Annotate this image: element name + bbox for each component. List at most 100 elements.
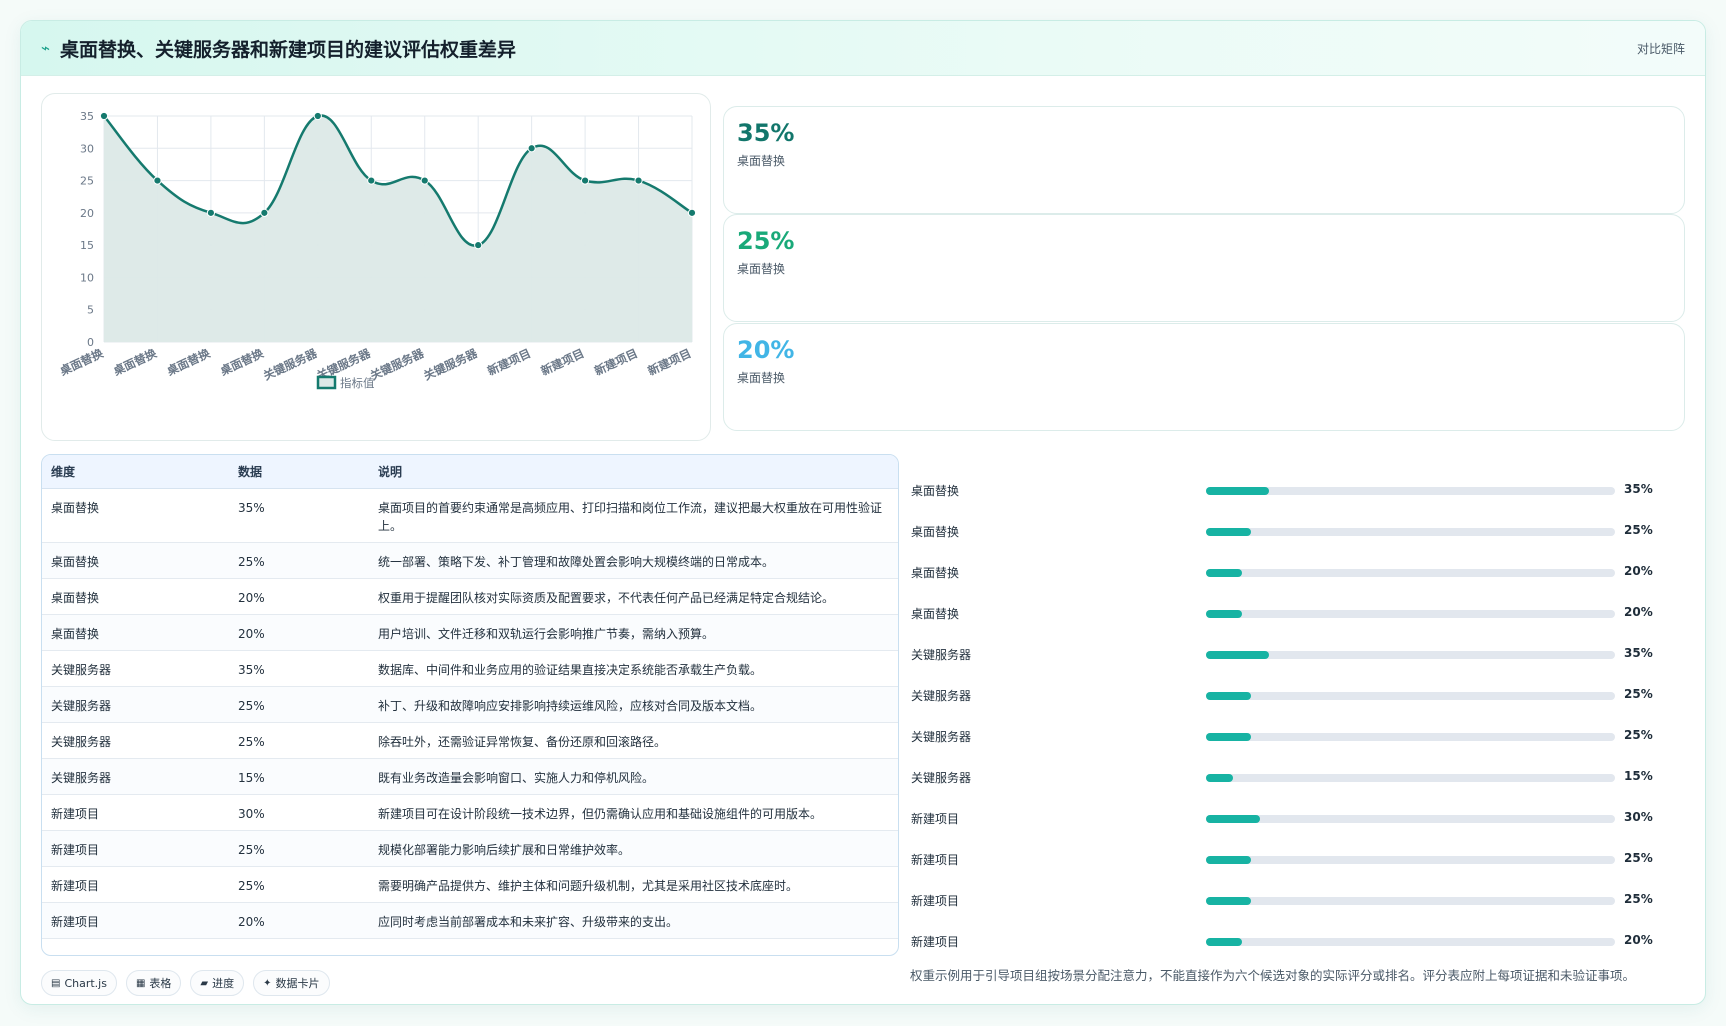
progress-value: 25% bbox=[1624, 523, 1653, 537]
view-mode-label: 对比矩阵 bbox=[1636, 42, 1685, 56]
table-row: 桌面替换 35% 桌面项目的首要约束通常是高频应用、打印扫描和岗位工作流，建议把最大… bbox=[42, 488, 898, 543]
progress-track bbox=[1206, 856, 1615, 864]
progress-label: 新建项目 bbox=[911, 812, 960, 826]
cell-value: 20% bbox=[229, 614, 369, 651]
progress-row: 桌面替换 35% bbox=[911, 480, 1691, 500]
cell-value: 25% bbox=[229, 830, 369, 867]
stat-value: 20% bbox=[737, 336, 795, 364]
progress-track bbox=[1206, 815, 1615, 823]
data-point bbox=[420, 176, 429, 185]
progress-value: 35% bbox=[1624, 482, 1653, 496]
progress-value: 15% bbox=[1624, 769, 1653, 783]
stat-card: 35% 桌面替换 bbox=[723, 106, 1685, 214]
data-point bbox=[206, 208, 216, 217]
cell-description: 统一部署、策略下发、补丁管理和故障处置会影响大规模终端的日常成本。 bbox=[369, 542, 898, 579]
progress-label: 桌面替换 bbox=[911, 607, 960, 621]
progress-fill bbox=[1206, 528, 1251, 536]
table-row: 关键服务器 15% 既有业务改造量会影响窗口、实施人力和停机风险。 bbox=[42, 758, 898, 795]
progress-fill bbox=[1206, 651, 1269, 659]
progress-track bbox=[1206, 610, 1615, 618]
column-header-value: 数据 bbox=[229, 455, 369, 489]
cell-dimension: 关键服务器 bbox=[42, 686, 229, 723]
data-point bbox=[634, 176, 643, 185]
trend-icon: ⌁ bbox=[41, 39, 51, 57]
progress-track bbox=[1206, 733, 1615, 741]
cell-value: 25% bbox=[229, 722, 369, 759]
badge: ▦ 表格 bbox=[125, 970, 182, 996]
cell-dimension: 关键服务器 bbox=[42, 722, 229, 759]
column-header-dimension: 维度 bbox=[42, 455, 229, 489]
progress-label: 关键服务器 bbox=[911, 730, 972, 744]
progress-row: 新建项目 25% bbox=[911, 849, 1691, 869]
progress-row: 关键服务器 25% bbox=[911, 726, 1691, 746]
progress-fill bbox=[1206, 856, 1251, 864]
cell-dimension: 桌面替换 bbox=[42, 488, 229, 543]
cell-description: 数据库、中间件和业务应用的验证结果直接决定系统能否承载生产负载。 bbox=[369, 650, 898, 687]
legend-swatch bbox=[316, 375, 337, 390]
progress-track bbox=[1206, 569, 1615, 577]
cell-dimension: 关键服务器 bbox=[42, 650, 229, 687]
x-tick-label: 桌面替换 bbox=[217, 346, 266, 379]
progress-fill bbox=[1206, 692, 1251, 700]
cell-description: 规模化部署能力影响后续扩展和日常维护效率。 bbox=[369, 830, 898, 867]
tech-badges: ▤ Chart.js ▦ 表格 ▰ 进度 ✦ 数据卡片 bbox=[41, 970, 330, 996]
stat-label: 桌面替换 bbox=[737, 154, 786, 168]
y-tick-label: 30 bbox=[80, 142, 94, 155]
y-tick-label: 25 bbox=[80, 175, 94, 188]
data-point bbox=[687, 208, 697, 217]
table-row: 新建项目 30% 新建项目可在设计阶段统一技术边界，但仍需确认应用和基础设施组件的可… bbox=[42, 794, 898, 831]
stat-label: 桌面替换 bbox=[737, 262, 786, 276]
cell-value: 30% bbox=[229, 794, 369, 831]
table-row: 桌面替换 20% 权重用于提醒团队核对实际资质及配置要求，不代表任何产品已经满足特定… bbox=[42, 578, 898, 615]
stat-card: 20% 桌面替换 bbox=[723, 323, 1685, 431]
y-tick-label: 35 bbox=[80, 110, 94, 123]
progress-value: 20% bbox=[1624, 933, 1653, 947]
data-point bbox=[153, 176, 162, 185]
line-chart: 0 5 10 15 20 25 30 35 桌面替换 桌面替换 桌面替换 桌面替换 关键服务器 关键服务器… bbox=[41, 93, 711, 441]
y-tick-label: 5 bbox=[87, 304, 94, 317]
x-tick-label: 关键服务器 bbox=[421, 346, 479, 383]
x-tick-label: 桌面替换 bbox=[57, 346, 106, 379]
progress-label: 关键服务器 bbox=[911, 648, 972, 662]
x-tick-label: 新建项目 bbox=[646, 346, 694, 378]
chart-icon: ▤ bbox=[51, 977, 61, 989]
progress-track bbox=[1206, 897, 1615, 905]
progress-icon: ▰ bbox=[200, 977, 209, 989]
stat-label: 桌面替换 bbox=[737, 371, 786, 385]
table-row: 桌面替换 20% 用户培训、文件迁移和双轨运行会影响推广节奏，需纳入预算。 bbox=[42, 614, 898, 651]
stat-value: 25% bbox=[737, 227, 795, 255]
progress-track bbox=[1206, 651, 1615, 659]
series-area bbox=[104, 115, 692, 342]
progress-fill bbox=[1206, 815, 1260, 823]
progress-label: 新建项目 bbox=[911, 853, 960, 867]
table-row: 新建项目 25% 需要明确产品提供方、维护主体和问题升级机制，尤其是采用社区技术底座… bbox=[42, 866, 898, 903]
cell-value: 20% bbox=[229, 578, 369, 615]
cell-description: 用户培训、文件迁移和双轨运行会影响推广节奏，需纳入预算。 bbox=[369, 614, 898, 651]
line-chart-svg: 05101520253035桌面替换 桌面替换 桌面替换 桌面替换关键服务器关键服务器… bbox=[57, 110, 697, 390]
progress-track bbox=[1206, 528, 1615, 536]
progress-label: 新建项目 bbox=[911, 935, 960, 949]
table-icon: ▦ bbox=[135, 977, 146, 989]
main-card: ⌁ 桌面替换、关键服务器和新建项目的建议评估权重差异 对比矩阵 0 5 10 15 20… bbox=[20, 20, 1706, 1005]
progress-row: 关键服务器 25% bbox=[911, 685, 1691, 705]
progress-label: 关键服务器 bbox=[911, 771, 972, 785]
x-tick-label: 桌面替换 bbox=[110, 346, 159, 379]
progress-fill bbox=[1206, 774, 1233, 782]
table-row: 桌面替换 25% 统一部署、策略下发、补丁管理和故障处置会影响大规模终端的日常成本。 bbox=[42, 542, 898, 579]
stat-value: 35% bbox=[737, 119, 795, 147]
progress-row: 关键服务器 35% bbox=[911, 644, 1691, 664]
cell-description: 新建项目可在设计阶段统一技术边界，但仍需确认应用和基础设施组件的可用版本。 bbox=[369, 794, 898, 831]
progress-row: 新建项目 25% bbox=[911, 890, 1691, 910]
progress-row: 桌面替换 25% bbox=[911, 521, 1691, 541]
cell-value: 25% bbox=[229, 686, 369, 723]
legend-label: 指标值 bbox=[340, 376, 375, 390]
table-row: 新建项目 25% 规模化部署能力影响后续扩展和日常维护效率。 bbox=[42, 830, 898, 867]
progress-track bbox=[1206, 938, 1615, 946]
progress-row: 新建项目 30% bbox=[911, 808, 1691, 828]
progress-value: 20% bbox=[1624, 605, 1653, 619]
cell-dimension: 新建项目 bbox=[42, 902, 229, 939]
cell-dimension: 新建项目 bbox=[42, 794, 229, 831]
cell-dimension: 桌面替换 bbox=[42, 614, 229, 651]
progress-fill bbox=[1206, 938, 1242, 946]
progress-fill bbox=[1206, 569, 1242, 577]
